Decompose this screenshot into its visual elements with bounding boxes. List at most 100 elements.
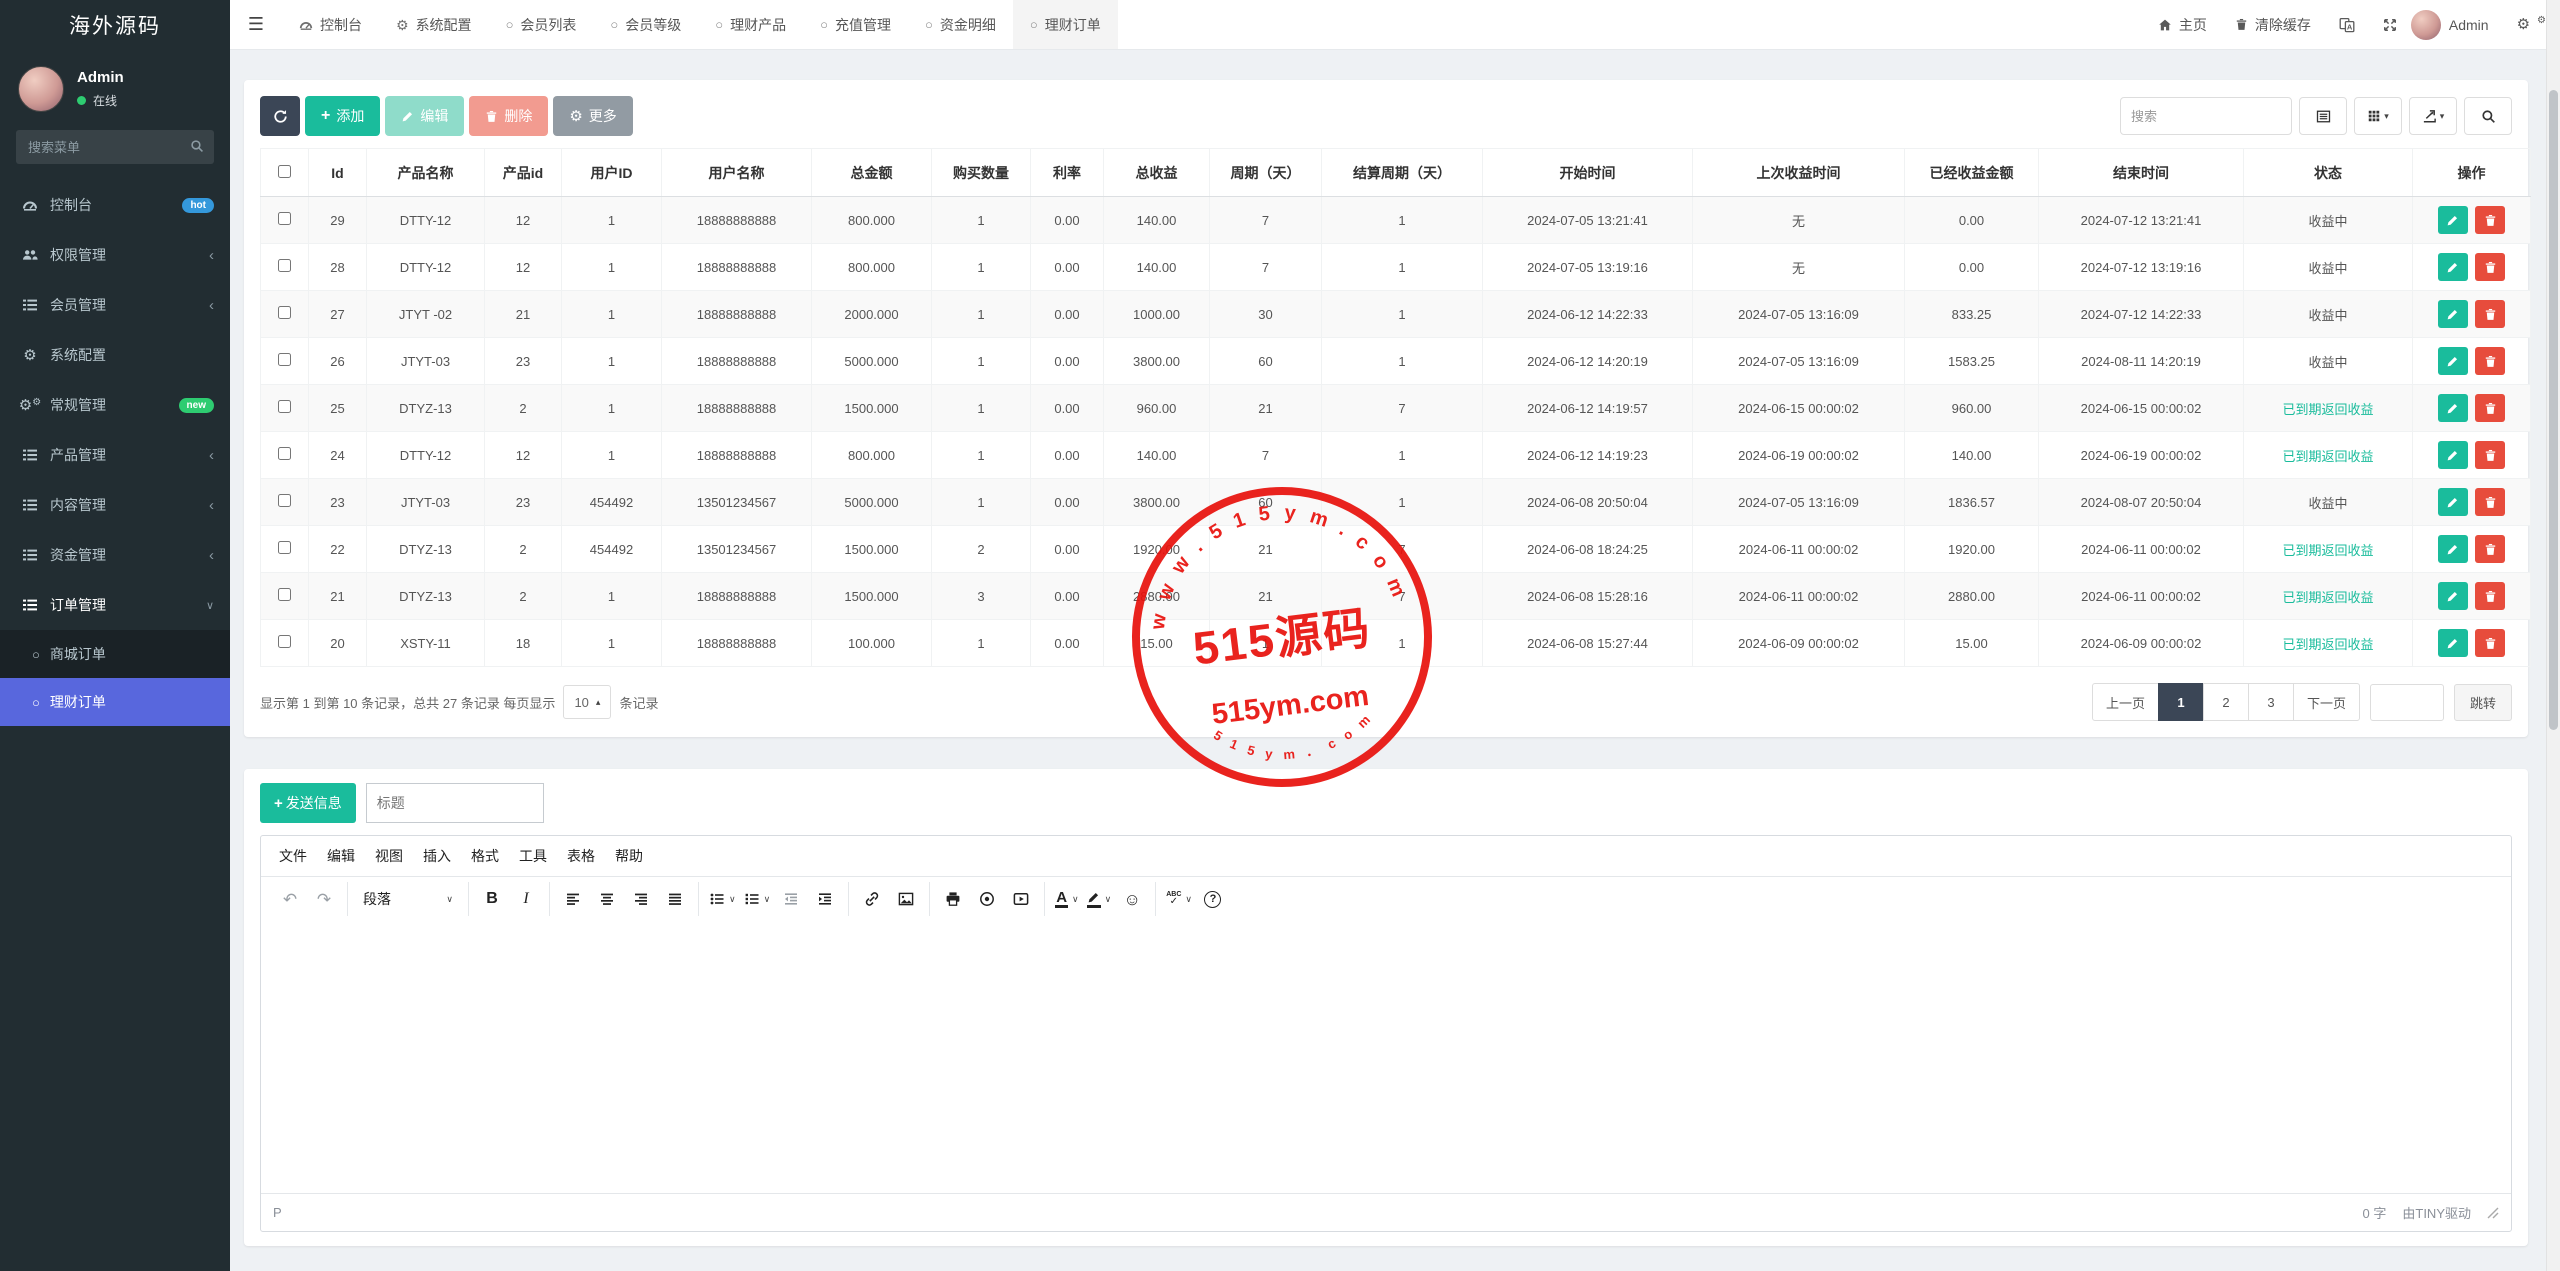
row-checkbox[interactable] [278,353,291,366]
menu-table[interactable]: 表格 [557,840,605,872]
jump-page-input[interactable] [2370,684,2444,721]
sidebar-item-system-config[interactable]: ⚙ 系统配置 [0,330,230,380]
delete-row-button[interactable] [2475,347,2505,375]
highlight-color-icon[interactable]: ∨ [1083,882,1116,916]
column-header-settle-cycle[interactable]: 结算周期（天） [1322,149,1483,197]
resize-grip-icon[interactable] [2487,1207,2499,1219]
sidebar-item-members[interactable]: 会员管理 ‹ [0,280,230,330]
delete-row-button[interactable] [2475,253,2505,281]
menu-edit[interactable]: 编辑 [317,840,365,872]
media-icon[interactable] [1004,882,1038,916]
delete-row-button[interactable] [2475,535,2505,563]
menu-view[interactable]: 视图 [365,840,413,872]
table-row[interactable]: 23 JTYT-03 23 454492 13501234567 5000.00… [261,479,2531,526]
text-color-icon[interactable]: A∨ [1051,882,1082,916]
tab-member-list[interactable]: ○会员列表 [489,0,594,49]
tab-finance-products[interactable]: ○理财产品 [698,0,803,49]
table-row[interactable]: 26 JTYT-03 23 1 18888888888 5000.000 1 0… [261,338,2531,385]
column-header-user-name[interactable]: 用户名称 [662,149,812,197]
sidebar-item-mall-orders[interactable]: ○ 商城订单 [0,630,230,678]
clear-cache-link[interactable]: 清除缓存 [2221,0,2325,49]
sidebar-item-permissions[interactable]: 权限管理 ‹ [0,230,230,280]
column-header-total-amount[interactable]: 总金额 [812,149,932,197]
search-icon[interactable] [190,139,204,153]
sidebar-item-dashboard[interactable]: 控制台 hot [0,180,230,230]
edit-row-button[interactable] [2438,394,2468,422]
table-row[interactable]: 29 DTTY-12 12 1 18888888888 800.000 1 0.… [261,197,2531,244]
table-row[interactable]: 24 DTTY-12 12 1 18888888888 800.000 1 0.… [261,432,2531,479]
table-row[interactable]: 25 DTYZ-13 2 1 18888888888 1500.000 1 0.… [261,385,2531,432]
table-search-input[interactable] [2120,97,2292,135]
more-button[interactable]: ⚙更多 [553,96,632,136]
translate-button[interactable] [2325,0,2369,49]
tab-finance-orders[interactable]: ○理财订单 [1013,0,1118,49]
delete-row-button[interactable] [2475,206,2505,234]
table-row[interactable]: 21 DTYZ-13 2 1 18888888888 1500.000 3 0.… [261,573,2531,620]
home-link[interactable]: 主页 [2144,0,2221,49]
undo-icon[interactable]: ↶ [273,882,307,916]
prev-page-button[interactable]: 上一页 [2092,683,2159,721]
edit-row-button[interactable] [2438,488,2468,516]
row-checkbox[interactable] [278,212,291,225]
image-icon[interactable] [889,882,923,916]
outdent-icon[interactable] [774,882,808,916]
table-row[interactable]: 27 JTYT -02 21 1 18888888888 2000.000 1 … [261,291,2531,338]
select-all-checkbox[interactable] [278,165,291,178]
edit-row-button[interactable] [2438,300,2468,328]
tab-system-config[interactable]: ⚙系统配置 [379,0,489,49]
indent-icon[interactable] [808,882,842,916]
italic-icon[interactable]: I [509,882,543,916]
row-checkbox[interactable] [278,400,291,413]
align-left-icon[interactable] [556,882,590,916]
fullscreen-button[interactable] [2369,0,2411,49]
column-header-end-time[interactable]: 结束时间 [2039,149,2244,197]
bold-icon[interactable]: B [475,882,509,916]
delete-button[interactable]: 删除 [469,96,548,136]
row-checkbox[interactable] [278,588,291,601]
row-checkbox[interactable] [278,306,291,319]
page-button-1[interactable]: 1 [2158,683,2204,721]
column-header-rate[interactable]: 利率 [1031,149,1104,197]
align-justify-icon[interactable] [658,882,692,916]
sidebar-search-input[interactable] [16,130,214,164]
bullet-list-icon[interactable]: ∨ [705,882,740,916]
detail-view-button[interactable] [2299,97,2347,135]
admin-menu[interactable]: Admin [2449,0,2503,49]
title-input[interactable] [366,783,544,823]
emoticons-icon[interactable]: ☺ [1115,882,1149,916]
row-checkbox[interactable] [278,494,291,507]
sidebar-item-funds[interactable]: 资金管理 ‹ [0,530,230,580]
column-header-user-id[interactable]: 用户ID [562,149,662,197]
column-header-buy-qty[interactable]: 购买数量 [932,149,1031,197]
table-row[interactable]: 22 DTYZ-13 2 454492 13501234567 1500.000… [261,526,2531,573]
sidebar-item-content[interactable]: 内容管理 ‹ [0,480,230,530]
link-icon[interactable] [855,882,889,916]
align-right-icon[interactable] [624,882,658,916]
edit-row-button[interactable] [2438,253,2468,281]
preview-icon[interactable] [970,882,1004,916]
numbered-list-icon[interactable]: ∨ [740,882,775,916]
delete-row-button[interactable] [2475,582,2505,610]
column-header-status[interactable]: 状态 [2244,149,2413,197]
column-header-product-name[interactable]: 产品名称 [367,149,485,197]
edit-row-button[interactable] [2438,206,2468,234]
spellcheck-icon[interactable]: ABC✓∨ [1162,882,1196,916]
sidebar-item-orders[interactable]: 订单管理 ∨ [0,580,230,630]
column-header-product-id[interactable]: 产品id [485,149,562,197]
edit-row-button[interactable] [2438,582,2468,610]
row-checkbox[interactable] [278,259,291,272]
edit-row-button[interactable] [2438,535,2468,563]
table-row[interactable]: 20 XSTY-11 18 1 18888888888 100.000 1 0.… [261,620,2531,667]
menu-help[interactable]: 帮助 [605,840,653,872]
send-message-button[interactable]: +发送信息 [260,783,356,823]
help-icon[interactable]: ? [1196,882,1230,916]
row-checkbox[interactable] [278,447,291,460]
edit-row-button[interactable] [2438,629,2468,657]
print-icon[interactable] [936,882,970,916]
jump-button[interactable]: 跳转 [2454,684,2512,721]
sidebar-item-general[interactable]: ⚙⚙ 常规管理 new [0,380,230,430]
page-scrollbar[interactable] [2546,0,2560,1271]
sidebar-item-products[interactable]: 产品管理 ‹ [0,430,230,480]
column-header-id[interactable]: Id [309,149,367,197]
redo-icon[interactable]: ↷ [307,882,341,916]
